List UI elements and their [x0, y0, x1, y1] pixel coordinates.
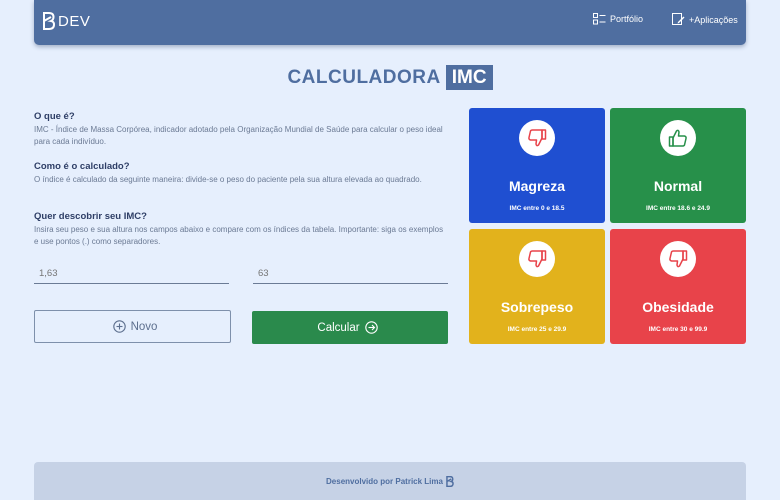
- card-title: Sobrepeso: [500, 299, 574, 315]
- logo-icon: [446, 475, 454, 487]
- novo-button-label: Novo: [130, 320, 158, 333]
- logo-icon: [43, 12, 55, 30]
- logo-text: DEV: [58, 12, 91, 30]
- info-heading: Como é o calculado?: [34, 161, 130, 172]
- card-range: IMC entre 25 e 29.9: [507, 326, 567, 333]
- arrow-right-circle-icon: [364, 321, 378, 334]
- card-magreza: Magreza IMC entre 0 e 18.5: [469, 108, 605, 223]
- footer: Desenvolvido por Patrick Lima: [34, 462, 746, 500]
- card-range: IMC entre 18.6 e 24.9: [646, 205, 710, 212]
- info-heading: O que é?: [34, 111, 75, 122]
- thumbs-down-icon: [528, 250, 547, 268]
- nav-link-aplicacoes-label: +Aplicações: [689, 14, 738, 25]
- thumbs-down-icon: [528, 129, 547, 147]
- footer-text: Desenvolvido por Patrick Lima: [326, 476, 443, 486]
- card-range: IMC entre 30 e 99.9: [648, 326, 708, 333]
- navbar: DEV Portfólio +Aplicações: [34, 0, 746, 45]
- portfolio-icon: [593, 13, 606, 25]
- card-icon-circle: [660, 241, 696, 277]
- card-icon-circle: [519, 241, 555, 277]
- card-icon-circle: [519, 120, 555, 156]
- info-discover: Quer descobrir seu IMC? Insira seu peso …: [34, 211, 444, 248]
- page-title: CALCULADORA IMC: [0, 65, 780, 90]
- thumbs-down-icon: [669, 250, 688, 268]
- weight-input[interactable]: [253, 264, 448, 284]
- nav-link-portfolio[interactable]: Portfólio: [593, 13, 643, 25]
- novo-button[interactable]: Novo: [34, 310, 231, 343]
- info-text: IMC - Índice de Massa Corpórea, indicado…: [34, 125, 443, 146]
- nav-link-portfolio-label: Portfólio: [610, 14, 644, 24]
- card-title: Obesidade: [642, 299, 714, 315]
- info-text: Insira seu peso e sua altura nos campos …: [34, 225, 444, 246]
- card-icon-circle: [660, 120, 696, 156]
- apps-icon: [672, 13, 685, 25]
- info-heading: Quer descobrir seu IMC?: [34, 211, 147, 222]
- thumbs-up-icon: [668, 129, 687, 147]
- calcular-button[interactable]: Calcular: [252, 311, 448, 344]
- info-how: Como é o calculado? O índice é calculado…: [34, 161, 444, 186]
- logo[interactable]: DEV: [43, 12, 90, 30]
- card-sobrepeso: Sobrepeso IMC entre 25 e 29.9: [469, 229, 605, 344]
- card-title: Normal: [653, 178, 703, 194]
- card-title: Magreza: [508, 178, 566, 194]
- title-highlight: IMC: [445, 65, 493, 90]
- card-obesidade: Obesidade IMC entre 30 e 99.9: [610, 229, 746, 344]
- height-input[interactable]: [34, 264, 229, 284]
- card-normal: Normal IMC entre 18.6 e 24.9: [610, 108, 746, 223]
- info-what: O que é? IMC - Índice de Massa Corpórea,…: [34, 111, 444, 148]
- info-text: O índice é calculado da seguinte maneira…: [34, 175, 422, 184]
- card-range: IMC entre 0 e 18.5: [509, 205, 565, 212]
- nav-link-aplicacoes[interactable]: +Aplicações: [672, 13, 738, 26]
- plus-circle-icon: [112, 320, 126, 333]
- calcular-button-label: Calcular: [317, 321, 360, 334]
- title-main: CALCULADORA: [287, 66, 441, 88]
